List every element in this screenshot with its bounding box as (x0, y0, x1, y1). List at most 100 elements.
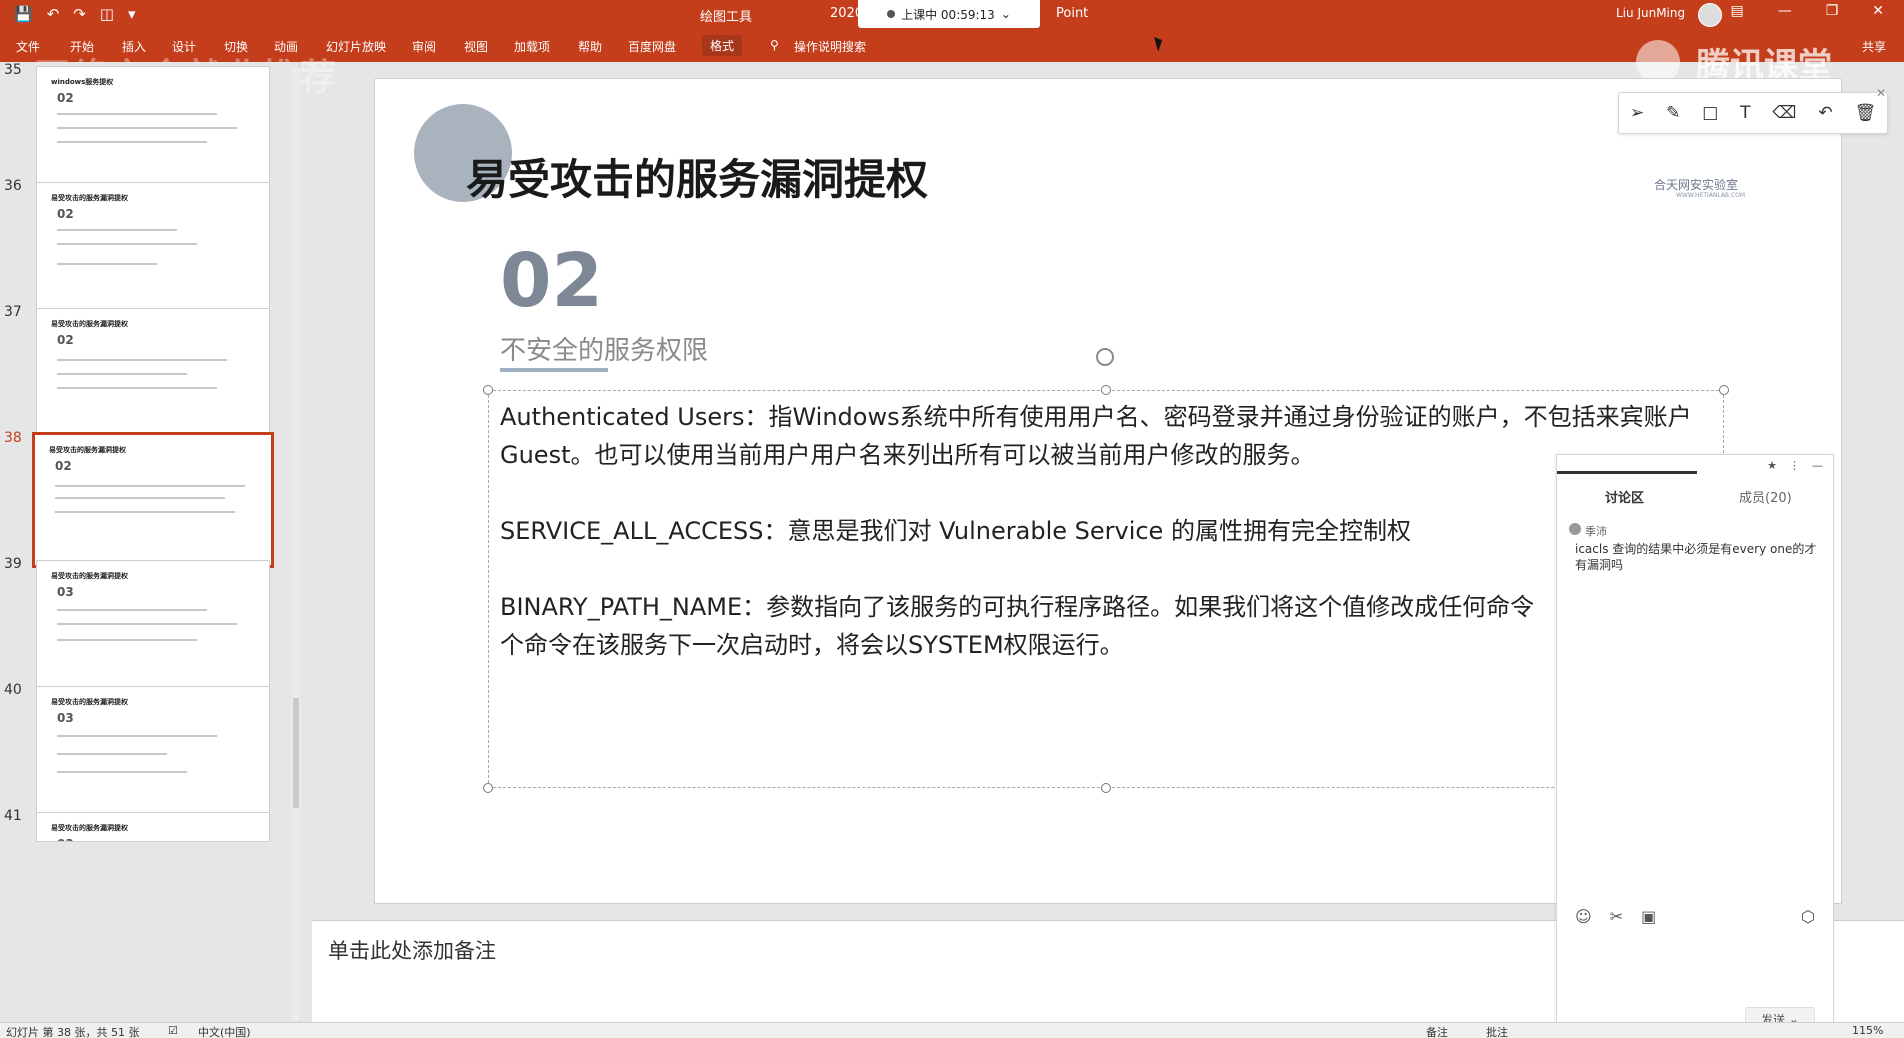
thumbnail-scrollbar[interactable] (292, 68, 300, 1020)
thumb-number: 36 (4, 178, 22, 194)
rotate-handle-icon[interactable] (1096, 348, 1114, 366)
redo-icon[interactable]: ↷ (73, 5, 86, 23)
thumb-section: 03 (57, 837, 74, 841)
slide-thumbnail[interactable]: 易受攻击的服务漏洞提权 02 (36, 308, 270, 440)
thumb-section: 02 (57, 91, 74, 105)
settings-icon[interactable]: ⬡ (1801, 907, 1815, 926)
eraser-icon[interactable]: ⌫ (1772, 103, 1796, 123)
slide-thumbnail[interactable]: 易受攻击的服务漏洞提权 02 (36, 182, 270, 314)
slide-thumbnail[interactable]: 易受攻击的服务漏洞提权 03 (36, 812, 270, 842)
share-button[interactable]: 共享 (1862, 38, 1886, 55)
notes-toggle[interactable]: 备注 (1426, 1024, 1448, 1038)
customize-icon[interactable]: ▾ (128, 5, 136, 23)
tab-discussion[interactable]: 讨论区 (1605, 487, 1644, 506)
thumb-text-line (57, 243, 197, 245)
thumb-text-line (57, 359, 227, 361)
thumb-text-line (57, 771, 187, 773)
comments-toggle[interactable]: 批注 (1486, 1024, 1508, 1038)
thumb-title: 易受攻击的服务漏洞提权 (51, 194, 128, 202)
tab-baidu[interactable]: 百度网盘 (628, 38, 676, 55)
chat-tools: ☺ ✂ ▣ (1575, 907, 1656, 926)
text-icon[interactable]: T (1740, 103, 1750, 123)
chevron-down-icon: ⌄ (1000, 7, 1011, 21)
maximize-icon[interactable]: ❐ (1826, 3, 1839, 19)
resize-handle[interactable] (1101, 783, 1111, 793)
user-name[interactable]: Liu JunMing (1616, 6, 1685, 20)
tell-me-search[interactable]: 操作说明搜索 (794, 38, 866, 55)
notes-placeholder[interactable]: 单击此处添加备注 (328, 935, 496, 965)
body-text-line[interactable]: SERVICE_ALL_ACCESS：意思是我们对 Vulnerable Ser… (500, 512, 1411, 550)
active-tab-indicator (1557, 471, 1697, 474)
image-icon[interactable]: ▣ (1641, 907, 1656, 926)
discussion-panel: ★ ⋮ — 讨论区 成员(20) 季沛 icacls 查询的结果中必须是有eve… (1556, 454, 1834, 1038)
tab-format[interactable]: 格式 (702, 35, 743, 56)
zoom-level[interactable]: 115% (1852, 1024, 1883, 1037)
minimize-icon[interactable]: — (1778, 3, 1792, 19)
slide-counter: 幻灯片 第 38 张，共 51 张 (6, 1026, 140, 1038)
pin-icon[interactable]: ★ (1767, 459, 1777, 472)
body-text-line[interactable]: 个命令在该服务下一次启动时，将会以SYSTEM权限运行。 (500, 626, 1124, 664)
scissors-icon[interactable]: ✂ (1610, 907, 1623, 926)
thumb-number: 39 (4, 556, 22, 572)
tab-members[interactable]: 成员(20) (1739, 487, 1792, 506)
slide-thumbnail[interactable]: windows服务提权 02 (36, 66, 270, 198)
tab-help[interactable]: 帮助 (578, 38, 602, 55)
tab-addins[interactable]: 加载项 (514, 38, 550, 55)
resize-handle[interactable] (483, 385, 493, 395)
body-text-line[interactable]: BINARY_PATH_NAME：参数指向了该服务的可执行程序路径。如果我们将这… (500, 588, 1534, 626)
resize-handle[interactable] (1719, 385, 1729, 395)
thumb-text-line (57, 263, 157, 265)
thumb-section: 03 (57, 585, 74, 599)
body-text-line[interactable]: Guest。也可以使用当前用户用户名来列出所有可以被当前用户修改的服务。 (500, 436, 1315, 474)
save-icon[interactable]: 💾 (14, 5, 33, 23)
resize-handle[interactable] (483, 783, 493, 793)
window-controls: ▤ — ❐ ✕ (1730, 3, 1884, 19)
thumb-text-line (57, 141, 207, 143)
rectangle-icon[interactable]: □ (1702, 103, 1718, 123)
spellcheck-icon[interactable]: ☑ (168, 1024, 178, 1037)
doc-title-end: Point (1056, 6, 1089, 21)
scrollbar-thumb[interactable] (293, 698, 299, 808)
thumb-text-line (57, 609, 207, 611)
close-icon[interactable]: ✕ (1876, 86, 1886, 100)
undo-icon[interactable]: ↶ (47, 5, 60, 23)
thumb-section: 02 (57, 207, 74, 221)
slide-title[interactable]: 易受攻击的服务漏洞提权 (466, 146, 928, 207)
thumb-text-line (57, 735, 217, 737)
thumb-text-line (57, 623, 237, 625)
thumb-number: 35 (4, 62, 22, 78)
tab-review[interactable]: 审阅 (412, 38, 436, 55)
close-icon[interactable]: ✕ (1872, 3, 1884, 19)
emoji-icon[interactable]: ☺ (1575, 907, 1592, 926)
select-icon[interactable]: ➢ (1630, 103, 1644, 123)
slide-thumbnail[interactable]: 易受攻击的服务漏洞提权 03 (36, 686, 270, 818)
thumb-text-line (57, 373, 187, 375)
more-icon[interactable]: ⋮ (1789, 459, 1800, 472)
language-indicator[interactable]: 中文(中国) (198, 1024, 251, 1038)
section-number[interactable]: 02 (500, 238, 603, 324)
pen-icon[interactable]: ✎ (1666, 103, 1680, 123)
thumb-title: 易受攻击的服务漏洞提权 (49, 446, 126, 454)
restore-icon[interactable]: ▤ (1730, 3, 1743, 19)
slideshow-icon[interactable]: ◫ (100, 5, 114, 23)
minimize-icon[interactable]: — (1812, 459, 1823, 472)
live-status-text: 上课中 00:59:13 (901, 7, 995, 22)
live-class-status[interactable]: 上课中 00:59:13 ⌄ (858, 0, 1040, 28)
context-tool-label: 绘图工具 (700, 10, 753, 25)
thumb-text-line (55, 497, 225, 499)
thumb-number: 41 (4, 808, 22, 824)
section-subtitle[interactable]: 不安全的服务权限 (500, 330, 708, 367)
avatar[interactable] (1698, 3, 1722, 27)
slide-thumbnail[interactable]: 易受攻击的服务漏洞提权 03 (36, 560, 270, 692)
undo-icon[interactable]: ↶ (1818, 103, 1832, 123)
resize-handle[interactable] (1101, 385, 1111, 395)
chat-message: icacls 查询的结果中必须是有every one的才有漏洞吗 (1575, 542, 1817, 572)
thumb-text-line (55, 511, 235, 513)
body-text-line[interactable]: Authenticated Users：指Windows系统中所有使用用户名、密… (500, 398, 1692, 436)
tab-view[interactable]: 视图 (464, 38, 488, 55)
delete-icon[interactable]: 🗑 (1854, 103, 1876, 123)
slide-thumbnail-active[interactable]: 易受攻击的服务漏洞提权 02 (32, 432, 274, 568)
thumb-text-line (57, 639, 197, 641)
user-icon (1569, 523, 1581, 535)
slide-thumbnail-pane: 35 windows服务提权 02 36 易受攻击的服务漏洞提权 02 37 易… (0, 62, 300, 1022)
